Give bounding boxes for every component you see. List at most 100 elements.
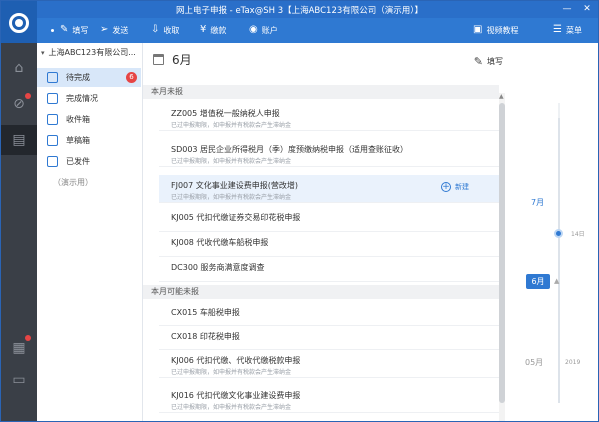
paper-plane-icon: ➢ xyxy=(100,24,109,35)
edit-icon: ✎ xyxy=(473,55,483,68)
timeline-month-prev[interactable]: 05月 xyxy=(525,357,543,368)
pencil-icon: ✎ xyxy=(60,24,69,35)
task-title: FJ007 文化事业建设费申报(营改增) xyxy=(171,181,299,190)
pending-count-badge: 6 xyxy=(126,72,137,83)
news-icon[interactable]: ▭ xyxy=(1,365,37,395)
side-rail: ⌂ ⊘ ▤ ▦ ▭ xyxy=(1,43,37,421)
task-note: 已过申报期限，如申报并有税款会产生滞纳金 xyxy=(171,122,292,129)
company-name: 上海ABC123有限公司... xyxy=(48,48,136,57)
download-icon: ⇩ xyxy=(151,24,160,35)
pay-button[interactable]: ¥ 缴款 xyxy=(200,24,226,36)
send-label: 发送 xyxy=(112,25,129,35)
triangle-up-icon: ▲ xyxy=(554,277,560,285)
task-row[interactable]: FJ007 文化事业建设费申报(营改增) 已过申报期限，如申报并有税款会产生滞纳… xyxy=(159,175,499,203)
receive-label: 收取 xyxy=(163,25,180,35)
write-label: 填写 xyxy=(72,25,89,35)
timeline-track xyxy=(558,118,560,403)
task-title: CX015 车船税申报 xyxy=(171,308,240,317)
menu-label: 菜单 xyxy=(565,25,582,35)
task-row[interactable]: KJ006 代扣代缴、代收代缴税款申报 已过申报期限，如申报并有税款会产生滞纳金 xyxy=(159,350,499,378)
mailbox-nav: ▾ 上海ABC123有限公司... 待完成 6 完成情况 收件箱 草稿箱 已发件… xyxy=(37,43,143,421)
task-note: 已过申报期限，如申报并有税款会产生滞纳金 xyxy=(171,404,292,411)
window-title: 网上电子申报 - eTax@SH 3【上海ABC123有限公司（演示用）】 xyxy=(175,6,424,16)
draft-icon xyxy=(47,135,58,146)
fill-in-button[interactable]: ✎ 填写 xyxy=(474,55,503,68)
download-tray-icon xyxy=(47,114,58,125)
task-row[interactable]: KJ005 代扣代缴证券交易印花税申报 xyxy=(159,207,499,232)
task-title: KJ006 代扣代缴、代收代缴税款申报 xyxy=(171,356,301,365)
nav-item-label: 草稿箱 xyxy=(66,136,90,145)
app-window: 网上电子申报 - eTax@SH 3【上海ABC123有限公司（演示用）】 — … xyxy=(0,0,599,422)
video-icon: ▣ xyxy=(473,24,483,35)
title-bar: 网上电子申报 - eTax@SH 3【上海ABC123有限公司（演示用）】 — … xyxy=(1,1,598,18)
task-title: KJ016 代扣代缴文化事业建设费申报 xyxy=(171,391,301,400)
nav-item-label: 已发件 xyxy=(66,157,90,166)
compass-icon[interactable]: ⊘ xyxy=(1,89,37,119)
company-selector[interactable]: ▾ 上海ABC123有限公司... xyxy=(41,47,143,58)
notification-dot xyxy=(25,93,31,99)
window-controls: — ✕ xyxy=(560,3,594,15)
fill-in-label: 填写 xyxy=(487,57,503,66)
new-filing-button[interactable]: + 新建 xyxy=(441,182,469,192)
timeline-month-next[interactable]: 7月 xyxy=(531,197,544,208)
task-row[interactable]: KJ008 代收代缴车船税申报 xyxy=(159,232,499,257)
task-note: 已过申报期限，如申报并有税款会产生滞纳金 xyxy=(171,158,292,165)
timeline-track-top xyxy=(558,103,560,118)
task-row[interactable]: KJ016 代扣代缴文化事业建设费申报 已过申报期限，如申报并有税款会产生滞纳金 xyxy=(159,385,499,413)
task-row[interactable]: DC300 服务商满意度调查 xyxy=(159,257,499,282)
chevron-down-icon: ▾ xyxy=(41,48,45,57)
menu-button[interactable]: ☰ 菜单 xyxy=(553,24,582,36)
nav-item-inbox[interactable]: 收件箱 xyxy=(37,110,141,129)
month-header: 6月 xyxy=(153,51,192,68)
checklist-icon xyxy=(47,93,58,104)
plus-circle-icon: + xyxy=(441,182,451,192)
pay-label: 缴款 xyxy=(210,25,227,35)
task-title: CX018 印花税申报 xyxy=(171,332,240,341)
account-button[interactable]: ◉ 账户 xyxy=(249,24,278,36)
hamburger-icon: ☰ xyxy=(553,24,562,35)
bullet-icon xyxy=(51,28,54,32)
close-button[interactable]: ✕ xyxy=(580,3,594,15)
task-note: 已过申报期限，如申报并有税款会产生滞纳金 xyxy=(171,194,292,201)
task-list-panel: 6月 ✎ 填写 本月未报 ZZ005 增值税一般纳税人申报 已过申报期限，如申报… xyxy=(143,43,521,421)
scrollbar-thumb[interactable] xyxy=(499,103,505,403)
task-row[interactable]: CX015 车船税申报 xyxy=(159,302,499,326)
new-filing-label: 新建 xyxy=(455,183,469,191)
task-title: ZZ005 增值税一般纳税人申报 xyxy=(171,109,280,118)
minimize-button[interactable]: — xyxy=(560,3,574,15)
task-row[interactable]: SD003 居民企业所得税月（季）度预缴纳税申报（适用查账征收） 已过申报期限，… xyxy=(159,139,499,167)
timeline-year-label: 2019 xyxy=(565,359,581,366)
task-row[interactable]: ZZ005 增值税一般纳税人申报 已过申报期限，如申报并有税款会产生滞纳金 xyxy=(159,103,499,131)
receive-button[interactable]: ⇩ 收取 xyxy=(151,24,179,36)
account-label: 账户 xyxy=(261,25,278,35)
month-timeline: 7月 14日 6月 ▲ 05月 2019 xyxy=(521,43,598,421)
section-header: 本月可能未报 xyxy=(143,285,499,299)
nav-item-pending[interactable]: 待完成 6 xyxy=(37,68,141,87)
bank-icon[interactable]: ⌂ xyxy=(1,53,37,83)
list-scrollbar[interactable]: ▲ xyxy=(499,93,505,421)
task-title: SD003 居民企业所得税月（季）度预缴纳税申报（适用查账征收） xyxy=(171,145,409,154)
section-header: 本月未报 xyxy=(143,85,499,99)
timeline-day-label: 14日 xyxy=(571,231,585,238)
timeline-today-marker xyxy=(554,229,563,238)
notification-dot xyxy=(25,335,31,341)
timeline-current-month[interactable]: 6月 xyxy=(526,274,550,289)
task-note: 已过申报期限，如申报并有税款会产生滞纳金 xyxy=(171,369,292,376)
nav-item-drafts[interactable]: 草稿箱 xyxy=(37,131,141,150)
calendar-icon xyxy=(153,54,164,65)
inbox-icon xyxy=(47,72,58,83)
video-tutorial-button[interactable]: ▣ 视频教程 xyxy=(473,24,518,36)
task-title: KJ005 代扣代缴证券交易印花税申报 xyxy=(171,213,301,222)
nav-item-label: 收件箱 xyxy=(66,115,90,124)
document-icon[interactable]: ▤ xyxy=(1,125,37,155)
send-button[interactable]: ➢ 发送 xyxy=(100,24,128,36)
nav-item-completion-status[interactable]: 完成情况 xyxy=(37,89,141,108)
scroll-up-arrow-icon[interactable]: ▲ xyxy=(499,93,504,100)
nav-item-label: 待完成 xyxy=(66,73,90,82)
nav-item-sent[interactable]: 已发件 xyxy=(37,152,141,171)
video-label: 视频教程 xyxy=(486,25,519,35)
apps-grid-icon[interactable]: ▦ xyxy=(1,333,37,363)
write-button[interactable]: ✎ 填写 xyxy=(51,24,88,36)
task-title: DC300 服务商满意度调查 xyxy=(171,263,265,272)
task-row[interactable]: CX018 印花税申报 xyxy=(159,326,499,350)
